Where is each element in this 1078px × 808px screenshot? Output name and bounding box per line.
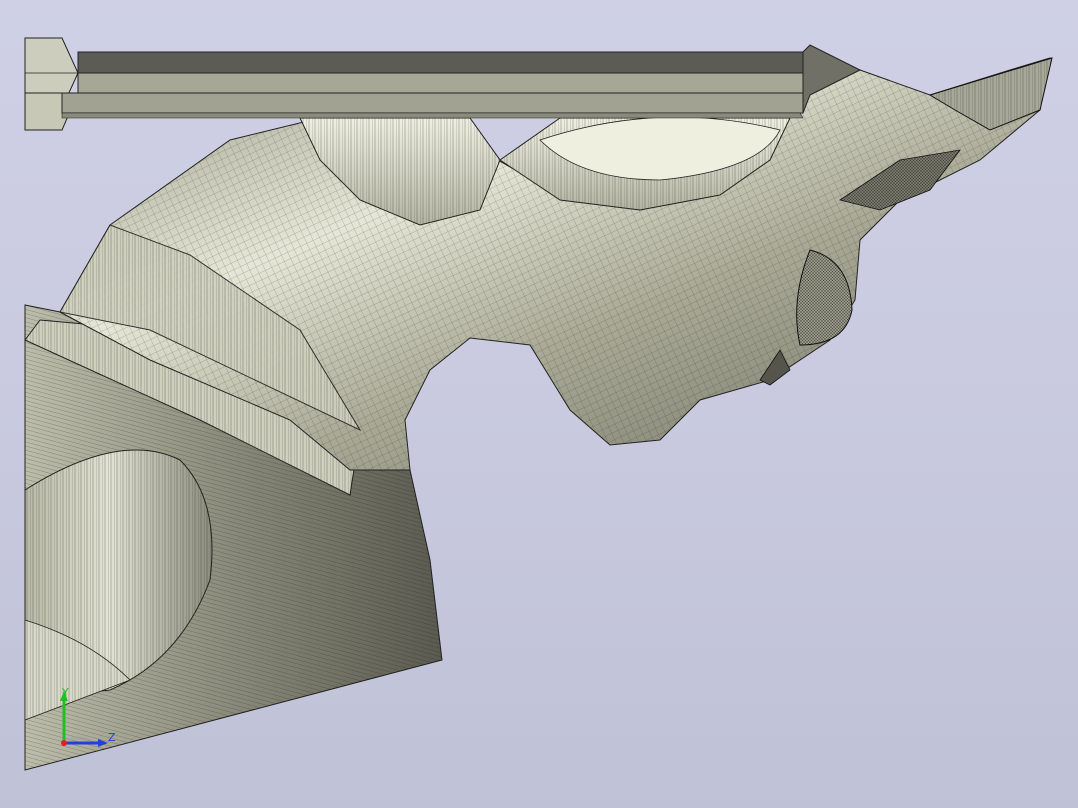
z-axis-label: Z [108, 731, 116, 744]
y-axis-label: Y [61, 686, 69, 699]
z-axis-arrow-icon [98, 739, 108, 747]
top-rail-bar [24, 37, 862, 131]
x-axis-dot [61, 740, 67, 746]
mesh-model[interactable] [0, 0, 1078, 808]
axis-triad: Y Z [60, 686, 116, 747]
3d-viewport[interactable]: Y Z [0, 0, 1078, 808]
